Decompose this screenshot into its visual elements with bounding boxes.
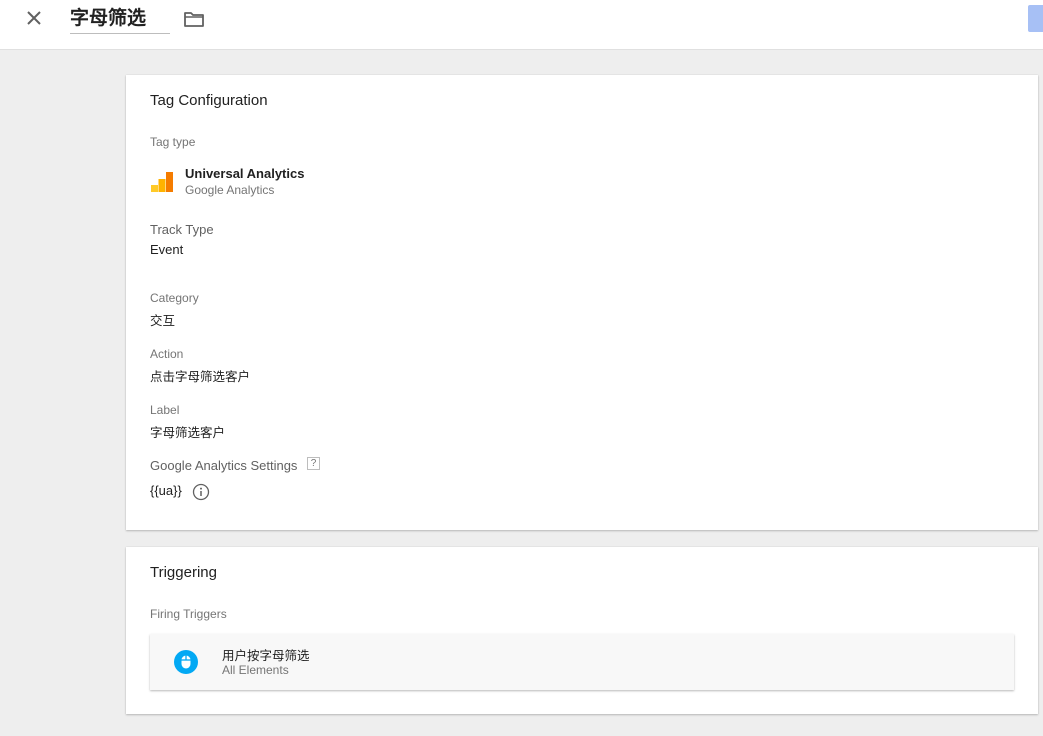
category-label: Category — [150, 291, 199, 305]
info-icon[interactable] — [192, 483, 210, 501]
firing-triggers-label: Firing Triggers — [150, 607, 227, 621]
label-value: 字母筛选客户 — [150, 425, 226, 440]
trigger-type: All Elements — [222, 663, 289, 677]
top-bar: 字母筛选 — [0, 0, 1043, 50]
tag-configuration-card[interactable]: Tag Configuration Tag type Universal Ana… — [126, 75, 1038, 530]
action-label: Action — [150, 347, 184, 361]
action-value: 点击字母筛选客户 — [150, 369, 251, 384]
mouse-click-icon — [173, 649, 199, 675]
tag-type-name: Universal Analytics — [185, 166, 305, 181]
google-analytics-logo-icon — [150, 170, 174, 194]
tag-configuration-title: Tag Configuration — [150, 92, 268, 109]
category-value: 交互 — [150, 313, 176, 328]
track-type-label: Track Type — [150, 222, 214, 237]
label-label: Label — [150, 403, 180, 417]
triggering-title: Triggering — [150, 564, 217, 581]
close-icon[interactable] — [22, 6, 46, 30]
tag-name-text: 字母筛选 — [70, 7, 147, 29]
tag-name-field[interactable]: 字母筛选 — [70, 4, 170, 34]
tag-type-vendor: Google Analytics — [185, 183, 275, 197]
trigger-item[interactable]: 用户按字母筛选 All Elements — [150, 634, 1014, 690]
help-icon[interactable]: ? — [307, 457, 320, 470]
save-button[interactable] — [1028, 5, 1043, 32]
trigger-name: 用户按字母筛选 — [222, 648, 310, 663]
ga-settings-label: Google Analytics Settings — [150, 458, 298, 473]
triggering-card[interactable]: Triggering Firing Triggers 用户按字母筛选 All E… — [126, 547, 1038, 714]
ga-settings-value: {{ua}} — [150, 483, 182, 498]
track-type-value: Event — [150, 242, 184, 257]
tag-type-label: Tag type — [150, 135, 196, 149]
folder-icon[interactable] — [183, 9, 205, 29]
